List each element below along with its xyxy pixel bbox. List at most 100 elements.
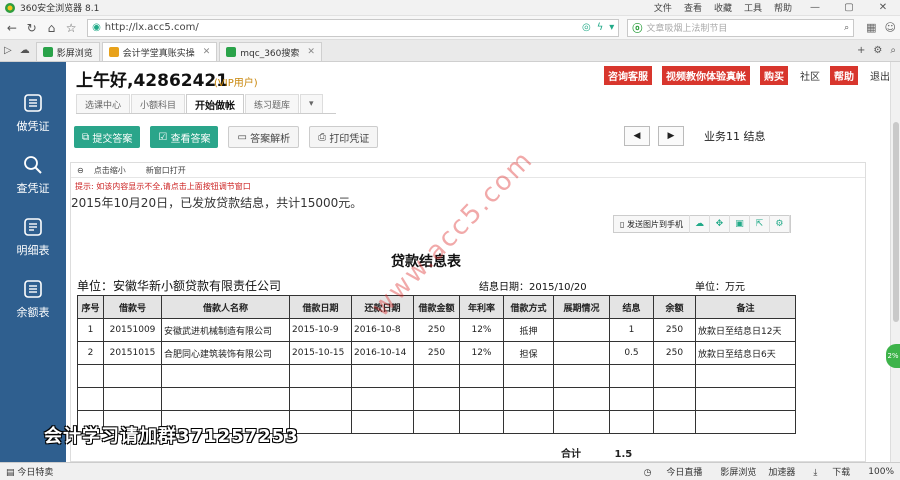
cell: 抵押 [503,318,554,342]
cell: 0.5 [609,341,654,365]
minimize-icon[interactable]: — [804,2,826,13]
zoom-icon[interactable]: ⌕ [890,45,896,56]
browser-tab-2[interactable]: 会计学堂真账实操 ✕ [101,42,218,61]
tab-course-center[interactable]: 选课中心 [76,94,131,113]
lightning-icon[interactable]: ϟ [597,22,604,33]
browser-tab-label: mqc_360搜索 [240,48,300,59]
gear-icon[interactable]: ⚙ [770,215,790,233]
col-header: 借款方式 [503,295,554,319]
cell: 2015-10-9 [289,318,352,342]
tab-close-icon[interactable]: ✕ [307,47,315,57]
sidebar-item-balance[interactable]: 余额表 [0,268,66,330]
view-answer-button[interactable]: ☑ 查看答案 [150,126,219,148]
menu-tools[interactable]: 工具 [744,1,762,14]
search-icon[interactable]: ⌕ [844,23,849,33]
display-hint: 提示: 如该内容显示不全,请点击上面按钮调节窗口 [75,182,251,191]
home-icon[interactable]: ⌂ [44,21,60,35]
tab-small-subject[interactable]: 小额科目 [131,94,186,113]
tab-exercise-bank[interactable]: 练习题库 [245,94,300,113]
browser-tab-label: 会计学堂真账实操 [122,48,195,59]
cell: 2 [77,341,104,365]
new-tab-icon[interactable]: + [857,45,865,56]
print-voucher-button[interactable]: ⎙ 打印凭证 [309,126,379,148]
submit-answer-button[interactable]: ⧉ 提交答案 [74,126,141,148]
browser-tab-3[interactable]: mqc_360搜索 ✕ [219,42,322,61]
open-new-window-link[interactable]: 新窗口打开 [146,165,186,176]
community-link[interactable]: 社区 [800,68,820,83]
zoom-out-label: 点击缩小 [93,165,126,175]
balance-icon [24,280,42,298]
fullscreen-icon[interactable]: ✥ [710,215,730,233]
tab-start-bookkeeping[interactable]: 开始做帐 [186,94,245,113]
cell: 放款日至结息日12天 [695,318,796,342]
sidebar-toggle-icon[interactable]: ▷ [4,45,12,56]
buy-button[interactable]: 购买 [760,66,788,85]
tab-dropdown-icon[interactable]: ▾ [300,94,323,113]
live-label: 今日直播 [666,468,703,478]
sidebar-item-make-voucher[interactable]: 做凭证 [0,82,66,144]
sidebar-item-label: 余额表 [16,306,50,319]
search-engine-icon: ⓞ [632,24,643,35]
title-bar: 360安全浏览器 8.1 文件 查看 收藏 工具 帮助 — ▢ ✕ [0,0,900,16]
address-bar: ← ↻ ⌂ ☆ ◉ http://lx.acc5.com/ ◎ ϟ ▾ ⓞ 文章… [0,16,900,40]
main-content: 上午好,42862421 (VIP用户) 咨询客服 视频教你体验真帐 购买 社区… [66,62,900,462]
zoom-out-link[interactable]: ⊖ 点击缩小 [77,165,136,176]
menu-favorites[interactable]: 收藏 [714,1,732,14]
toolbar-grid-icon[interactable]: ▦ [866,21,876,34]
page-globe-icon: ◉ [92,22,101,33]
cell: 2015-10-15 [289,341,352,365]
window-title: 360安全浏览器 8.1 [20,4,100,14]
help-button[interactable]: 帮助 [830,66,858,85]
col-header: 年利率 [459,295,504,319]
cloud-icon[interactable]: ☁ [20,45,30,56]
support-button[interactable]: 咨询客服 [604,66,652,85]
menu-help[interactable]: 帮助 [774,1,792,14]
logout-link[interactable]: 退出 [870,68,890,83]
sidebar-item-search-voucher[interactable]: 查凭证 [0,144,66,206]
settings-icon[interactable]: ⚙ [873,45,882,56]
search-input[interactable]: ⓞ 文章吸烟上法制节目 ⌕ [627,18,855,37]
cell: 合肥同心建筑装饰有限公司 [161,341,290,365]
video-tutorial-button[interactable]: 视频教你体验真帐 [662,66,750,85]
browser-tab-label: 影屏浏览 [56,48,93,59]
daily-deals-label: 今日特卖 [17,468,54,478]
sidebar-item-label: 做凭证 [16,120,50,133]
share-icon[interactable]: ⇱ [750,215,770,233]
refresh-icon[interactable]: ↻ [24,21,40,35]
daily-deals-link[interactable]: ▤ 今日特卖 [6,465,53,478]
live-link[interactable]: ◷ 今日直播 [638,465,709,478]
sidebar-item-detail[interactable]: 明细表 [0,206,66,268]
zoom-level[interactable]: 100% [868,467,894,477]
browser-tab-1[interactable]: 影屏浏览 [35,42,100,61]
download-link[interactable]: ⤓ 下载 [807,465,856,478]
cloud-save-icon[interactable]: ☁ [690,215,710,233]
url-input[interactable]: ◉ http://lx.acc5.com/ ◎ ϟ ▾ [87,18,620,37]
cell: 250 [653,341,696,365]
menu-view[interactable]: 查看 [684,1,702,14]
prev-business-button[interactable]: ◀ [624,126,650,146]
favorite-star-icon[interactable]: ☆ [63,21,79,35]
toolbar-user-icon[interactable]: ☺ [885,21,896,34]
col-header: 借款人名称 [161,295,290,319]
answer-analysis-button[interactable]: ▭ 答案解析 [228,126,300,148]
tab-close-icon[interactable]: ✕ [203,47,211,57]
send-to-phone-button[interactable]: ▯ 发送图片到手机 [614,215,690,233]
accelerator-link[interactable]: 加速器 [768,465,795,478]
page-scrollbar[interactable] [890,62,900,462]
side-float-tag[interactable]: 2% [886,344,900,368]
maximize-icon[interactable]: ▢ [838,2,860,13]
shield-icon[interactable]: ◎ [582,22,591,33]
dropdown-icon[interactable]: ▾ [609,22,614,33]
save-icon[interactable]: ▣ [730,215,750,233]
next-business-button[interactable]: ▶ [658,126,684,146]
cell: 250 [413,318,460,342]
action-row: ⧉ 提交答案 ☑ 查看答案 ▭ 答案解析 ⎙ 打印凭证 [74,126,388,148]
list-icon [24,218,42,236]
back-icon[interactable]: ← [4,21,20,35]
search-icon [24,156,42,174]
video-browse-link[interactable]: 影屏浏览 [720,465,756,478]
scrollbar-thumb[interactable] [893,122,899,322]
business-title: 业务11 结息 [704,130,766,143]
close-icon[interactable]: ✕ [872,2,894,13]
menu-file[interactable]: 文件 [654,1,672,14]
